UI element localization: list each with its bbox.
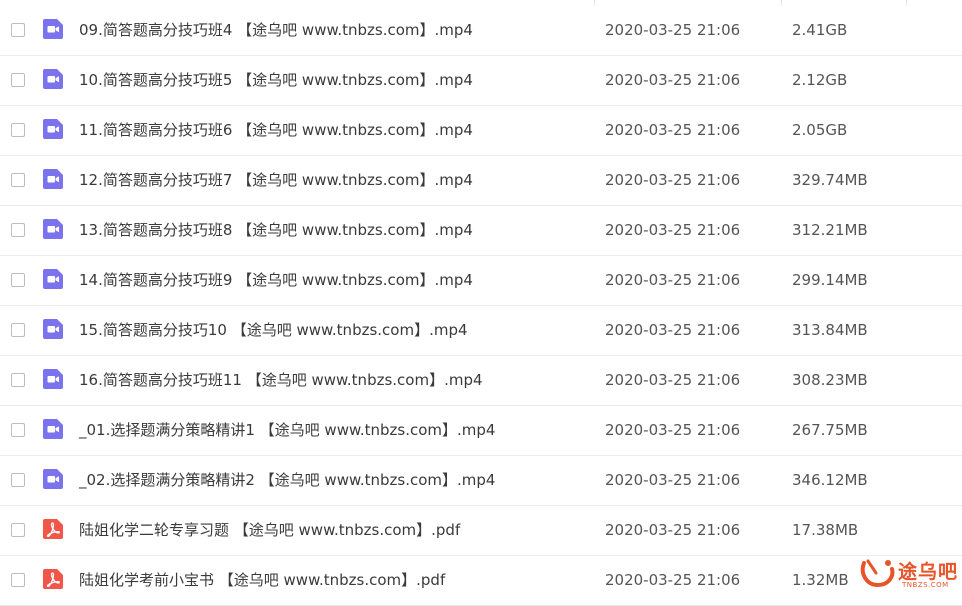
video-file-icon bbox=[42, 268, 64, 290]
file-date: 2020-03-25 21:06 bbox=[605, 371, 741, 389]
file-name[interactable]: 09.简答题高分技巧班4 【途乌吧 www.tnbzs.com】.mp4 bbox=[79, 6, 473, 55]
file-size: 1.32MB bbox=[792, 571, 849, 589]
file-checkbox[interactable] bbox=[11, 423, 25, 437]
file-date: 2020-03-25 21:06 bbox=[605, 221, 741, 239]
file-checkbox[interactable] bbox=[11, 273, 25, 287]
file-checkbox[interactable] bbox=[11, 573, 25, 587]
video-file-icon bbox=[42, 18, 64, 40]
file-row[interactable]: 12.简答题高分技巧班7 【途乌吧 www.tnbzs.com】.mp4 2020… bbox=[0, 156, 962, 206]
file-date: 2020-03-25 21:06 bbox=[605, 271, 741, 289]
file-checkbox[interactable] bbox=[11, 223, 25, 237]
file-size: 313.84MB bbox=[792, 321, 868, 339]
video-file-icon bbox=[42, 168, 64, 190]
video-file-icon bbox=[42, 318, 64, 340]
file-size: 17.38MB bbox=[792, 521, 859, 539]
file-row[interactable]: _01.选择题满分策略精讲1 【途乌吧 www.tnbzs.com】.mp4 20… bbox=[0, 406, 962, 456]
file-checkbox[interactable] bbox=[11, 73, 25, 87]
video-file-icon bbox=[42, 418, 64, 440]
file-row[interactable]: _02.选择题满分策略精讲2 【途乌吧 www.tnbzs.com】.mp4 20… bbox=[0, 456, 962, 506]
file-row[interactable]: 陆姐化学考前小宝书 【途乌吧 www.tnbzs.com】.pdf 2020-03… bbox=[0, 556, 962, 606]
video-file-icon bbox=[42, 368, 64, 390]
file-row[interactable]: 陆姐化学二轮专享习题 【途乌吧 www.tnbzs.com】.pdf 2020-0… bbox=[0, 506, 962, 556]
file-name[interactable]: _02.选择题满分策略精讲2 【途乌吧 www.tnbzs.com】.mp4 bbox=[79, 456, 495, 505]
file-name[interactable]: 11.简答题高分技巧班6 【途乌吧 www.tnbzs.com】.mp4 bbox=[79, 106, 473, 155]
file-row[interactable]: 11.简答题高分技巧班6 【途乌吧 www.tnbzs.com】.mp4 2020… bbox=[0, 106, 962, 156]
file-name[interactable]: 10.简答题高分技巧班5 【途乌吧 www.tnbzs.com】.mp4 bbox=[79, 56, 473, 105]
pdf-file-icon bbox=[42, 568, 64, 590]
file-date: 2020-03-25 21:06 bbox=[605, 121, 741, 139]
video-file-icon bbox=[42, 468, 64, 490]
watermark-swirl-icon bbox=[860, 559, 895, 588]
file-date: 2020-03-25 21:06 bbox=[605, 421, 741, 439]
video-file-icon bbox=[42, 118, 64, 140]
file-date: 2020-03-25 21:06 bbox=[605, 571, 741, 589]
file-checkbox[interactable] bbox=[11, 373, 25, 387]
file-date: 2020-03-25 21:06 bbox=[605, 321, 741, 339]
file-name[interactable]: 12.简答题高分技巧班7 【途乌吧 www.tnbzs.com】.mp4 bbox=[79, 156, 473, 205]
file-size: 329.74MB bbox=[792, 171, 868, 189]
file-date: 2020-03-25 21:06 bbox=[605, 521, 741, 539]
file-name[interactable]: _01.选择题满分策略精讲1 【途乌吧 www.tnbzs.com】.mp4 bbox=[79, 406, 495, 455]
file-checkbox[interactable] bbox=[11, 323, 25, 337]
file-name[interactable]: 陆姐化学二轮专享习题 【途乌吧 www.tnbzs.com】.pdf bbox=[79, 506, 460, 555]
file-name[interactable]: 14.简答题高分技巧班9 【途乌吧 www.tnbzs.com】.mp4 bbox=[79, 256, 473, 305]
file-checkbox[interactable] bbox=[11, 473, 25, 487]
watermark-logo: 途乌吧 TNBZS.COM bbox=[858, 555, 958, 593]
file-row[interactable]: 16.简答题高分技巧班11 【途乌吧 www.tnbzs.com】.mp4 202… bbox=[0, 356, 962, 406]
file-row[interactable]: 15.简答题高分技巧10 【途乌吧 www.tnbzs.com】.mp4 2020… bbox=[0, 306, 962, 356]
file-row[interactable]: 09.简答题高分技巧班4 【途乌吧 www.tnbzs.com】.mp4 2020… bbox=[0, 6, 962, 56]
file-date: 2020-03-25 21:06 bbox=[605, 171, 741, 189]
file-name[interactable]: 13.简答题高分技巧班8 【途乌吧 www.tnbzs.com】.mp4 bbox=[79, 206, 473, 255]
file-name[interactable]: 16.简答题高分技巧班11 【途乌吧 www.tnbzs.com】.mp4 bbox=[79, 356, 483, 405]
file-checkbox[interactable] bbox=[11, 123, 25, 137]
file-size: 299.14MB bbox=[792, 271, 868, 289]
file-size: 346.12MB bbox=[792, 471, 868, 489]
file-row[interactable]: 10.简答题高分技巧班5 【途乌吧 www.tnbzs.com】.mp4 2020… bbox=[0, 56, 962, 106]
file-checkbox[interactable] bbox=[11, 23, 25, 37]
file-size: 308.23MB bbox=[792, 371, 868, 389]
file-size: 312.21MB bbox=[792, 221, 868, 239]
file-size: 2.05GB bbox=[792, 121, 848, 139]
file-date: 2020-03-25 21:06 bbox=[605, 21, 741, 39]
video-file-icon bbox=[42, 68, 64, 90]
file-name[interactable]: 陆姐化学考前小宝书 【途乌吧 www.tnbzs.com】.pdf bbox=[79, 556, 445, 605]
watermark-subtext: TNBZS.COM bbox=[902, 581, 949, 589]
file-size: 2.41GB bbox=[792, 21, 848, 39]
file-name[interactable]: 15.简答题高分技巧10 【途乌吧 www.tnbzs.com】.mp4 bbox=[79, 306, 468, 355]
file-checkbox[interactable] bbox=[11, 523, 25, 537]
file-row[interactable]: 14.简答题高分技巧班9 【途乌吧 www.tnbzs.com】.mp4 2020… bbox=[0, 256, 962, 306]
file-date: 2020-03-25 21:06 bbox=[605, 71, 741, 89]
pdf-file-icon bbox=[42, 518, 64, 540]
video-file-icon bbox=[42, 218, 64, 240]
file-list: 09.简答题高分技巧班4 【途乌吧 www.tnbzs.com】.mp4 2020… bbox=[0, 6, 962, 606]
file-size: 267.75MB bbox=[792, 421, 868, 439]
file-checkbox[interactable] bbox=[11, 173, 25, 187]
file-date: 2020-03-25 21:06 bbox=[605, 471, 741, 489]
file-size: 2.12GB bbox=[792, 71, 848, 89]
watermark-text: 途乌吧 bbox=[898, 561, 959, 583]
file-row[interactable]: 13.简答题高分技巧班8 【途乌吧 www.tnbzs.com】.mp4 2020… bbox=[0, 206, 962, 256]
